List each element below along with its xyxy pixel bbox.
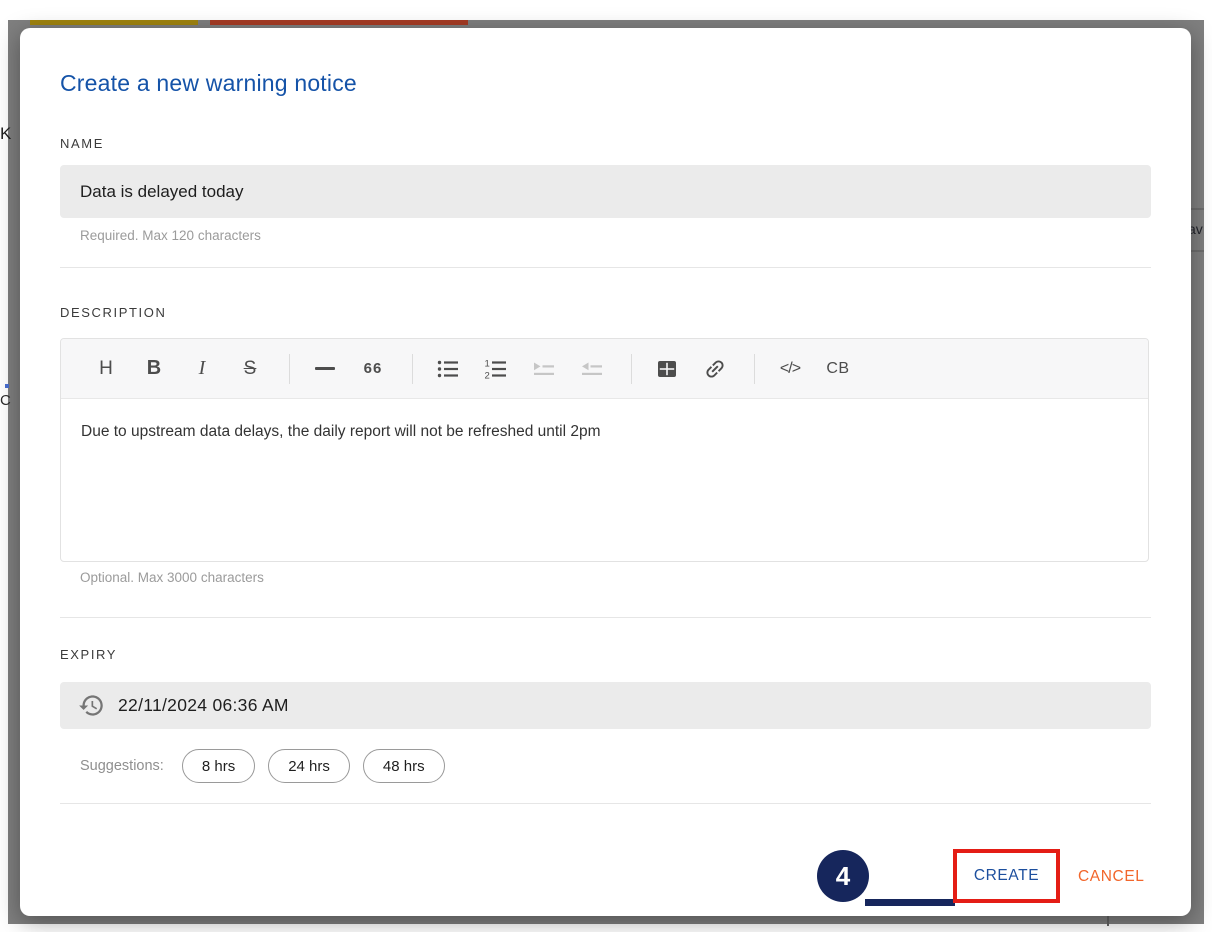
suggestion-chip-24hrs[interactable]: 24 hrs bbox=[268, 749, 350, 783]
description-label: DESCRIPTION bbox=[60, 305, 166, 320]
strikethrough-button[interactable]: S bbox=[237, 354, 263, 384]
outdent-icon bbox=[580, 357, 604, 381]
name-helper-text: Required. Max 120 characters bbox=[80, 228, 261, 243]
blockquote-button[interactable]: 66 bbox=[360, 354, 386, 384]
create-warning-notice-dialog: Create a new warning notice NAME Require… bbox=[20, 28, 1191, 916]
bullet-list-icon bbox=[436, 357, 460, 381]
toolbar-separator bbox=[289, 354, 290, 384]
outdent-button[interactable] bbox=[579, 354, 605, 384]
background-divider bbox=[1107, 916, 1109, 926]
indent-icon bbox=[532, 357, 556, 381]
section-divider bbox=[60, 803, 1151, 804]
background-dot bbox=[5, 384, 9, 388]
toolbar-separator bbox=[412, 354, 413, 384]
cancel-button[interactable]: CANCEL bbox=[1078, 868, 1144, 886]
dialog-title: Create a new warning notice bbox=[60, 70, 357, 97]
indent-button[interactable] bbox=[531, 354, 557, 384]
suggestion-chip-48hrs[interactable]: 48 hrs bbox=[363, 749, 445, 783]
italic-button[interactable]: I bbox=[189, 354, 215, 384]
expiry-suggestions: Suggestions: 8 hrs 24 hrs 48 hrs bbox=[80, 748, 458, 784]
history-clock-icon bbox=[78, 692, 105, 719]
horizontal-rule-icon bbox=[315, 367, 335, 370]
description-editor: H B I S 66 1 2 bbox=[60, 338, 1149, 562]
insert-link-button[interactable] bbox=[702, 354, 728, 384]
description-helper-text: Optional. Max 3000 characters bbox=[80, 570, 264, 585]
background-text-fragment: K bbox=[0, 124, 12, 146]
create-button[interactable]: CREATE bbox=[974, 867, 1039, 885]
expiry-label: EXPIRY bbox=[60, 647, 117, 662]
numbered-list-button[interactable]: 1 2 bbox=[483, 354, 509, 384]
link-icon bbox=[703, 357, 727, 381]
horizontal-rule-button[interactable] bbox=[312, 354, 338, 384]
annotation-step-badge: 4 bbox=[817, 850, 869, 902]
code-block-button[interactable]: CB bbox=[825, 354, 851, 384]
background-tab-yellow bbox=[30, 20, 198, 25]
annotation-connector-line bbox=[865, 899, 955, 906]
background-tab-red bbox=[210, 20, 468, 25]
section-divider bbox=[60, 617, 1151, 618]
background-divider bbox=[1191, 208, 1204, 210]
expiry-value: 22/11/2024 06:36 AM bbox=[118, 695, 289, 716]
numbered-list-icon: 1 2 bbox=[484, 357, 508, 381]
background-text-fragment-inner: av bbox=[1191, 221, 1203, 237]
toolbar-separator bbox=[754, 354, 755, 384]
svg-text:1: 1 bbox=[485, 358, 490, 369]
bullet-list-button[interactable] bbox=[435, 354, 461, 384]
description-input[interactable]: Due to upstream data delays, the daily r… bbox=[61, 399, 1148, 465]
suggestions-label: Suggestions: bbox=[80, 758, 164, 774]
background-divider bbox=[1191, 250, 1204, 252]
inline-code-button[interactable]: </> bbox=[777, 354, 803, 384]
table-icon bbox=[655, 357, 679, 381]
section-divider bbox=[60, 267, 1151, 268]
heading-button[interactable]: H bbox=[93, 354, 119, 384]
expiry-input[interactable]: 22/11/2024 06:36 AM bbox=[60, 682, 1151, 729]
toolbar-separator bbox=[631, 354, 632, 384]
insert-table-button[interactable] bbox=[654, 354, 680, 384]
page: K C av Create a new warning notice NAME … bbox=[0, 0, 1212, 932]
background-text-fragment: C bbox=[0, 392, 13, 412]
svg-text:2: 2 bbox=[485, 370, 490, 381]
annotation-highlight-box: CREATE bbox=[953, 849, 1060, 903]
name-input[interactable] bbox=[60, 165, 1151, 218]
background-text-fragment: av bbox=[1191, 221, 1204, 240]
name-label: NAME bbox=[60, 136, 104, 151]
suggestion-chip-8hrs[interactable]: 8 hrs bbox=[182, 749, 255, 783]
bold-button[interactable]: B bbox=[141, 354, 167, 384]
rich-text-toolbar: H B I S 66 1 2 bbox=[61, 339, 1148, 399]
